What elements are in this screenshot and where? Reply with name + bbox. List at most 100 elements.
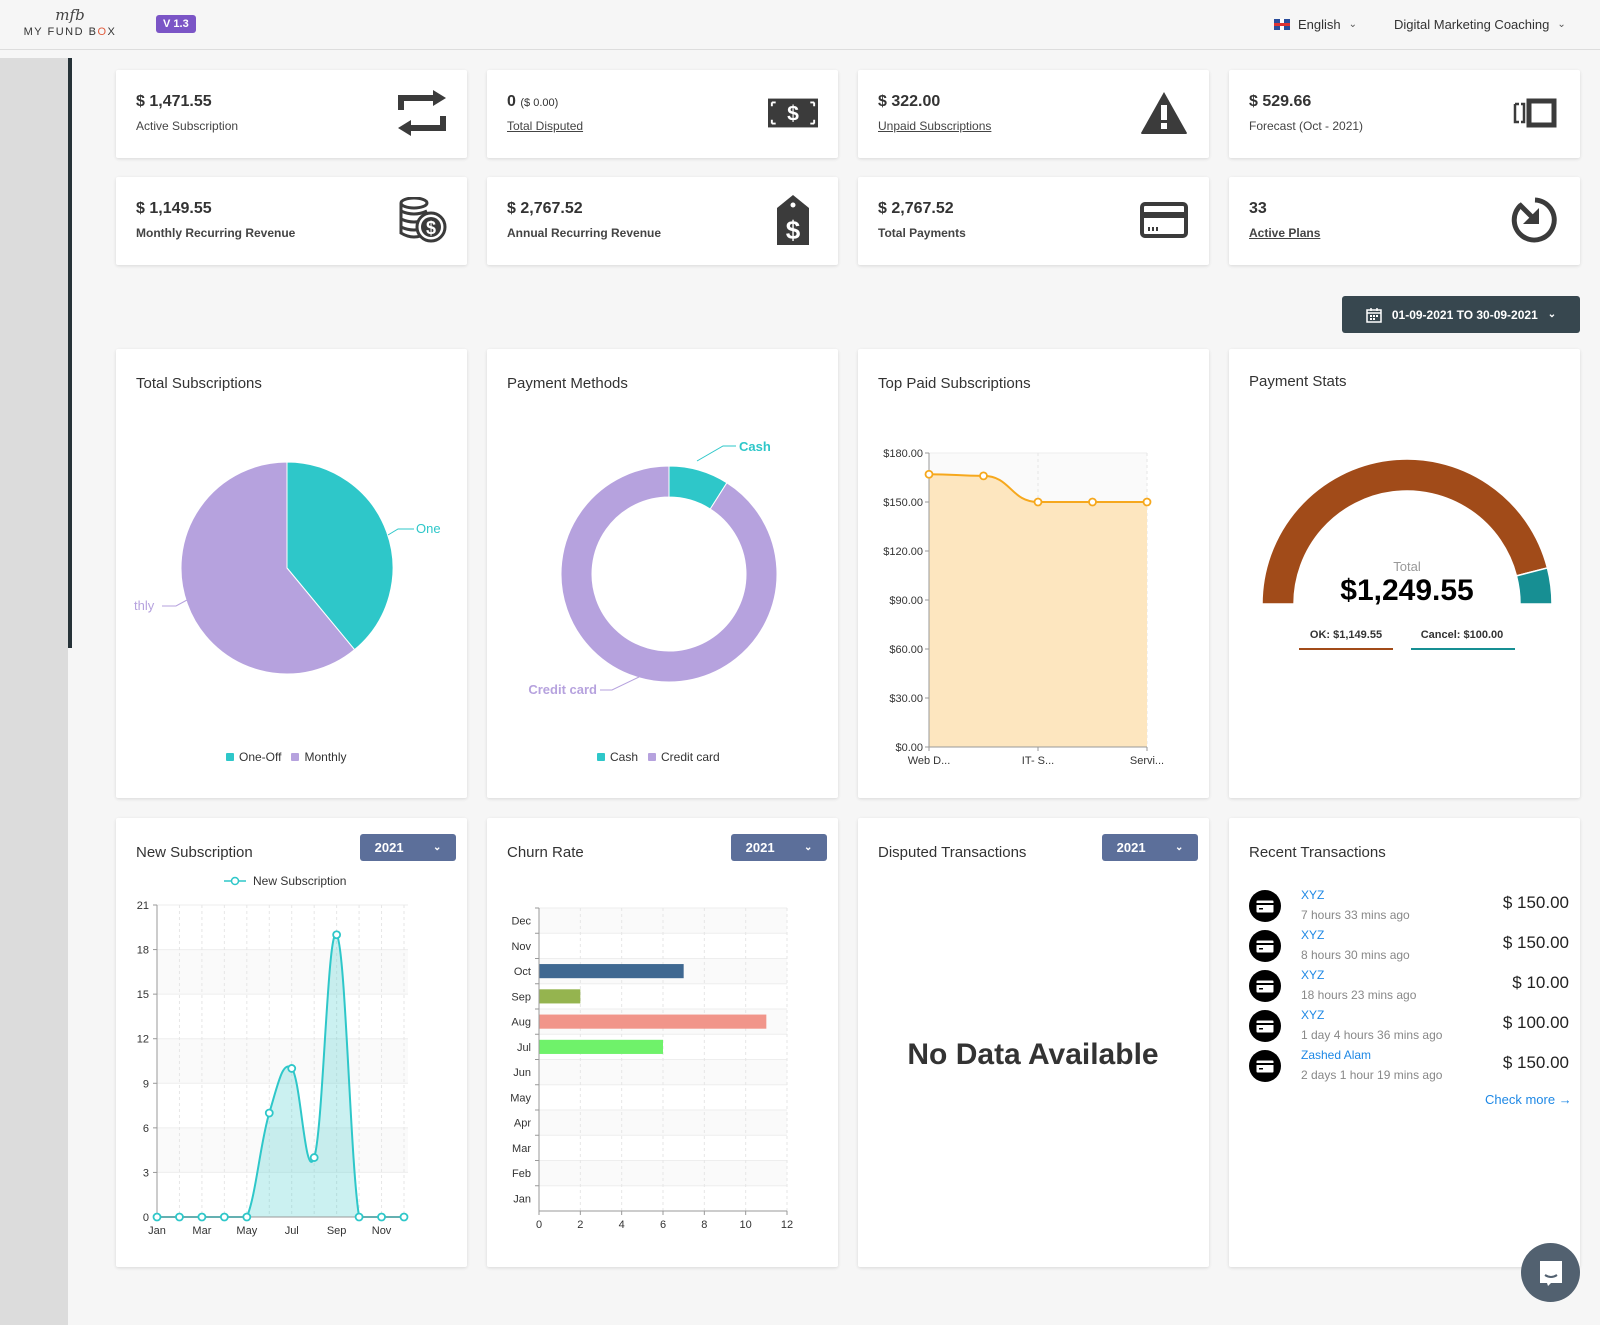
stat-card-unpaid-subscriptions: $ 322.00 Unpaid Subscriptions — [858, 70, 1209, 158]
credit-card-icon — [1249, 1050, 1281, 1082]
disputed-transactions-card: Disputed Transactions 2021 ⌄ No Data Avai… — [858, 818, 1209, 1267]
bar-aug — [539, 1014, 767, 1029]
payment-methods-chart: Cash Credit card — [528, 439, 778, 697]
payment-methods-card: Payment Methods Cash Credit card Cash Cred… — [487, 349, 838, 798]
transaction-customer-link[interactable]: XYZ — [1301, 1008, 1324, 1022]
data-point — [1088, 497, 1097, 507]
logo-signature: mfb — [55, 6, 85, 24]
chevron-down-icon: ⌄ — [1557, 19, 1566, 30]
legend-item[interactable]: Credit card — [648, 750, 720, 764]
transaction-time: 8 hours 30 mins ago — [1301, 948, 1410, 962]
transaction-time: 7 hours 33 mins ago — [1301, 908, 1410, 922]
bar-oct — [539, 964, 684, 979]
top-bar: mfb MY FUND BOX V 1.3 English ⌄ Digital … — [0, 0, 1600, 50]
no-data-message: No Data Available — [907, 1038, 1159, 1071]
data-point — [399, 1212, 409, 1222]
transaction-amount: $ 10.00 — [1512, 973, 1569, 992]
x-tick-label: IT- S... — [1022, 755, 1054, 767]
stat-value: 0 ($ 0.00) — [507, 93, 559, 110]
calendar-icon — [1366, 307, 1382, 323]
y-tick-label: Aug — [511, 1017, 531, 1029]
legend-item[interactable]: One-Off — [226, 750, 281, 764]
y-tick-label: 15 — [137, 989, 149, 1001]
stat-card-forecast-oct-2021: $ 529.66 Forecast (Oct - 2021) — [1229, 70, 1580, 158]
x-tick-label: Servi... — [1130, 755, 1164, 767]
stat-label[interactable]: Active Plans — [1249, 226, 1320, 240]
x-tick-label: 0 — [536, 1219, 542, 1231]
sidebar-scrollbar[interactable] — [0, 58, 68, 1325]
stat-value: $ 322.00 — [878, 93, 941, 110]
year-select[interactable]: 2021 ⌄ — [1102, 834, 1198, 861]
chevron-down-icon: ⌄ — [1348, 19, 1358, 30]
stat-value: $ 1,471.55 — [136, 93, 212, 110]
data-point — [264, 1108, 274, 1118]
repeat-icon — [397, 88, 447, 138]
transaction-row: XYZ 8 hours 30 mins ago $ 150.00 — [1249, 928, 1569, 968]
slice-label: Credit card — [528, 682, 597, 697]
new-subscription-chart: New Subscription 0 3 6 9 12 15 18 21 Jan Mar May Jul… — [137, 874, 409, 1237]
credit-card-icon — [1249, 970, 1281, 1002]
y-tick-label: 0 — [143, 1212, 149, 1224]
y-tick-label: $120.00 — [883, 546, 923, 558]
slice-label: One — [416, 521, 441, 536]
total-subscriptions-card: Total Subscriptions One thly One-Off Month… — [116, 349, 467, 798]
legend-marker — [230, 876, 240, 886]
data-point — [979, 471, 988, 481]
stat-label[interactable]: Unpaid Subscriptions — [878, 119, 991, 133]
data-point — [1142, 497, 1152, 507]
x-tick-label: May — [236, 1225, 257, 1237]
organization-selector[interactable]: Digital Marketing Coaching ⌄ — [1394, 17, 1566, 32]
legend-item[interactable]: Cash — [597, 750, 638, 764]
price-tag-icon: $ — [768, 195, 818, 245]
y-tick-label: Jul — [517, 1042, 531, 1054]
transaction-customer-link[interactable]: XYZ — [1301, 888, 1324, 902]
legend-item[interactable]: Monthly — [291, 750, 347, 764]
transaction-customer-link[interactable]: XYZ — [1301, 928, 1324, 942]
stat-label: Active Subscription — [136, 119, 239, 133]
data-point — [377, 1212, 386, 1222]
y-tick-label: Oct — [514, 966, 531, 978]
churn-rate-card: Churn Rate 2021 ⌄ 0 2 4 6 8 10 12 Jan Feb Mar Apr Ma… — [487, 818, 838, 1267]
svg-text:$: $ — [787, 103, 799, 126]
logo[interactable]: mfb MY FUND BOX — [20, 6, 120, 38]
transaction-customer-link[interactable]: Zashed Alam — [1301, 1048, 1371, 1062]
stat-value: $ 2,767.52 — [878, 200, 954, 217]
y-tick-label: Feb — [512, 1168, 531, 1180]
label-line — [387, 528, 414, 536]
legend-swatch — [291, 753, 300, 761]
x-tick-label: Mar — [192, 1225, 211, 1237]
plans-icon — [1510, 195, 1560, 245]
data-point — [287, 1064, 297, 1073]
y-tick-label: $180.00 — [883, 448, 923, 460]
language-selector[interactable]: English ⌄ — [1274, 17, 1357, 32]
legend-swatch — [648, 753, 657, 761]
check-more-link[interactable]: Check more → — [1485, 1092, 1572, 1107]
legend-label: Monthly — [304, 750, 347, 764]
legend-label: New Subscription — [253, 874, 346, 888]
stat-label[interactable]: Total Disputed — [507, 119, 583, 133]
chat-widget-button[interactable] — [1521, 1243, 1580, 1302]
x-tick-label: 2 — [577, 1219, 583, 1231]
credit-card-icon — [1249, 930, 1281, 962]
legend-label: Cash — [610, 750, 639, 764]
y-tick-label: May — [510, 1092, 531, 1104]
transaction-customer-link[interactable]: XYZ — [1301, 968, 1324, 982]
legend-swatch — [597, 753, 605, 761]
new-subscription-card: New Subscription 2021 ⌄ New Subscription 0… — [116, 818, 467, 1267]
y-tick-label: Apr — [514, 1118, 531, 1130]
subscription-icon — [1510, 88, 1560, 138]
y-tick-label: Jun — [513, 1067, 531, 1079]
y-tick-label: Sep — [511, 991, 531, 1003]
data-point — [1033, 497, 1043, 507]
sidebar-scroll-thumb[interactable] — [68, 58, 72, 648]
svg-text:$: $ — [786, 215, 801, 245]
legend-swatch — [226, 753, 234, 761]
gauge-total-value: $1,249.55 — [1340, 574, 1473, 607]
transaction-time: 2 days 1 hour 19 mins ago — [1301, 1068, 1443, 1082]
y-tick-label: 21 — [137, 900, 149, 912]
data-point — [197, 1212, 207, 1222]
total-subscriptions-chart: One thly — [134, 461, 441, 675]
y-tick-label: 9 — [143, 1078, 149, 1090]
date-range-picker[interactable]: 01-09-2021 TO 30-09-2021 ⌄ — [1342, 296, 1580, 333]
data-point — [152, 1212, 162, 1222]
